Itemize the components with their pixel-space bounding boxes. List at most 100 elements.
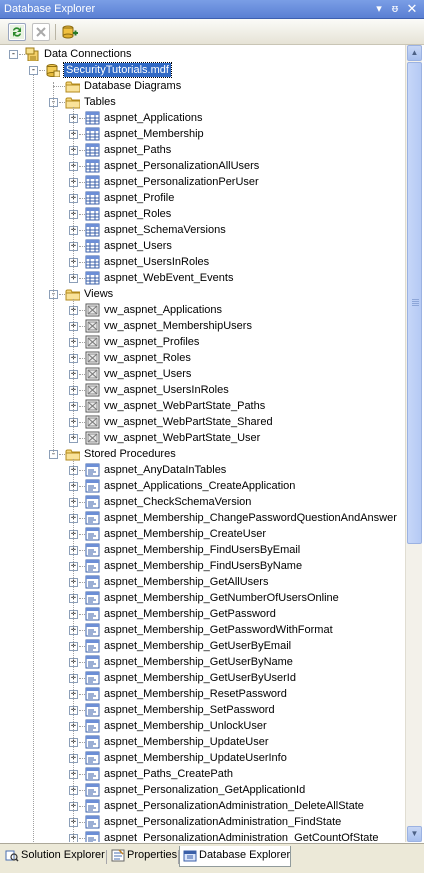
table-icon bbox=[85, 159, 100, 173]
stored-procedure-item[interactable]: + aspnet_Membership_SetPassword bbox=[1, 702, 405, 718]
view-item[interactable]: + vw_aspnet_WebPartState_Shared bbox=[1, 414, 405, 430]
database-tree[interactable]: - Data Connections - SecurityTutorials.mdf D… bbox=[1, 45, 405, 842]
stored-procedure-item[interactable]: + aspnet_Membership_GetUserByUserId bbox=[1, 670, 405, 686]
table-item[interactable]: + aspnet_Membership bbox=[1, 126, 405, 142]
stored-procedure-item[interactable]: + aspnet_Membership_FindUsersByName bbox=[1, 558, 405, 574]
stored-procedure-item[interactable]: + aspnet_Applications_CreateApplication bbox=[1, 478, 405, 494]
table-item[interactable]: + aspnet_PersonalizationPerUser bbox=[1, 174, 405, 190]
tab-label: Properties bbox=[127, 849, 178, 861]
table-icon bbox=[85, 111, 100, 125]
stored-procedure-item[interactable]: + aspnet_Membership_GetPassword bbox=[1, 606, 405, 622]
stored-procedure-item[interactable]: + aspnet_Membership_UnlockUser bbox=[1, 718, 405, 734]
stored-procedure-item[interactable]: + aspnet_Membership_UpdateUser bbox=[1, 734, 405, 750]
node-label: aspnet_PersonalizationPerUser bbox=[104, 176, 259, 188]
tree-guide-line bbox=[53, 82, 54, 454]
folder-stored-procedures[interactable]: - Stored Procedures bbox=[1, 446, 405, 462]
stored-procedure-item[interactable]: + aspnet_Membership_GetAllUsers bbox=[1, 574, 405, 590]
scroll-down-button[interactable]: ▼ bbox=[407, 826, 422, 842]
stored-procedure-item[interactable]: + aspnet_Membership_ChangePasswordQuestio… bbox=[1, 510, 405, 526]
refresh-icon bbox=[10, 25, 24, 39]
stored-procedure-item[interactable]: + aspnet_Membership_CreateUser bbox=[1, 526, 405, 542]
view-item[interactable]: + vw_aspnet_UsersInRoles bbox=[1, 382, 405, 398]
table-item[interactable]: + aspnet_Roles bbox=[1, 206, 405, 222]
connect-to-database-button[interactable] bbox=[61, 23, 79, 41]
vertical-scrollbar[interactable]: ▲ ▼ bbox=[405, 45, 422, 842]
node-label: SecurityTutorials.mdf bbox=[63, 62, 172, 78]
scroll-thumb[interactable] bbox=[407, 62, 422, 544]
dropdown-arrow-icon[interactable]: ▾ bbox=[372, 2, 386, 16]
database-node[interactable]: - SecurityTutorials.mdf bbox=[1, 62, 405, 78]
node-label: aspnet_Profile bbox=[104, 192, 175, 204]
node-label: aspnet_Membership_GetNumberOfUsersOnline bbox=[104, 592, 339, 604]
table-icon bbox=[85, 271, 100, 285]
scroll-grip bbox=[412, 301, 419, 302]
table-icon bbox=[85, 223, 100, 237]
table-item[interactable]: + aspnet_Paths bbox=[1, 142, 405, 158]
view-item[interactable]: + vw_aspnet_Applications bbox=[1, 302, 405, 318]
pin-icon[interactable]: ᵿ bbox=[388, 2, 402, 16]
folder-tables[interactable]: - Tables bbox=[1, 94, 405, 110]
table-item[interactable]: + aspnet_Applications bbox=[1, 110, 405, 126]
table-item[interactable]: + aspnet_UsersInRoles bbox=[1, 254, 405, 270]
table-icon bbox=[85, 239, 100, 253]
stored-procedure-icon bbox=[85, 735, 100, 749]
tool-window-tabs: Solution Explorer Properties Database Ex… bbox=[0, 843, 424, 873]
view-icon bbox=[85, 319, 100, 333]
node-label: aspnet_Membership_GetPasswordWithFormat bbox=[104, 624, 333, 636]
scroll-up-button[interactable]: ▲ bbox=[407, 45, 422, 61]
tab-database-explorer[interactable]: Database Explorer bbox=[179, 846, 291, 867]
stored-procedure-icon bbox=[85, 623, 100, 637]
refresh-button[interactable] bbox=[8, 23, 26, 41]
node-label: aspnet_Membership_GetUserByEmail bbox=[104, 640, 292, 652]
stored-procedure-item[interactable]: + aspnet_Paths_CreatePath bbox=[1, 766, 405, 782]
stored-procedure-item[interactable]: + aspnet_Membership_GetUserByName bbox=[1, 654, 405, 670]
stored-procedure-item[interactable]: + aspnet_Membership_GetUserByEmail bbox=[1, 638, 405, 654]
table-item[interactable]: + aspnet_PersonalizationAllUsers bbox=[1, 158, 405, 174]
folder-views[interactable]: - Views bbox=[1, 286, 405, 302]
stored-procedure-icon bbox=[85, 559, 100, 573]
view-item[interactable]: + vw_aspnet_MembershipUsers bbox=[1, 318, 405, 334]
node-label: aspnet_Personalization_GetApplicationId bbox=[104, 784, 306, 796]
stored-procedure-item[interactable]: + aspnet_CheckSchemaVersion bbox=[1, 494, 405, 510]
stored-procedure-item[interactable]: + aspnet_Membership_GetNumberOfUsersOnlin… bbox=[1, 590, 405, 606]
close-icon[interactable]: ✕ bbox=[405, 2, 419, 16]
view-icon bbox=[85, 367, 100, 381]
collapse-icon[interactable]: - bbox=[9, 50, 18, 59]
stored-procedure-item[interactable]: + aspnet_AnyDataInTables bbox=[1, 462, 405, 478]
stored-procedure-icon bbox=[85, 831, 100, 842]
node-label: aspnet_Membership_CreateUser bbox=[104, 528, 267, 540]
stored-procedure-item[interactable]: + aspnet_Membership_ResetPassword bbox=[1, 686, 405, 702]
view-item[interactable]: + vw_aspnet_WebPartState_User bbox=[1, 430, 405, 446]
folder-database-diagrams[interactable]: Database Diagrams bbox=[1, 78, 405, 94]
stored-procedure-item[interactable]: + aspnet_PersonalizationAdministration_Fi… bbox=[1, 814, 405, 830]
table-item[interactable]: + aspnet_SchemaVersions bbox=[1, 222, 405, 238]
tab-label: Database Explorer bbox=[199, 849, 291, 861]
node-label: vw_aspnet_Users bbox=[104, 368, 192, 380]
node-label: aspnet_AnyDataInTables bbox=[104, 464, 227, 476]
delete-button[interactable] bbox=[32, 23, 50, 41]
tab-solution-explorer[interactable]: Solution Explorer bbox=[2, 846, 105, 867]
tree-guide-line bbox=[73, 459, 74, 842]
stored-procedure-item[interactable]: + aspnet_PersonalizationAdministration_De… bbox=[1, 798, 405, 814]
stored-procedure-item[interactable]: + aspnet_Membership_FindUsersByEmail bbox=[1, 542, 405, 558]
stored-procedure-item[interactable]: + aspnet_Personalization_GetApplicationId bbox=[1, 782, 405, 798]
table-item[interactable]: + aspnet_Profile bbox=[1, 190, 405, 206]
stored-procedure-icon bbox=[85, 495, 100, 509]
node-label: aspnet_Membership_GetPassword bbox=[104, 608, 276, 620]
view-item[interactable]: + vw_aspnet_WebPartState_Paths bbox=[1, 398, 405, 414]
node-label: vw_aspnet_Roles bbox=[104, 352, 191, 364]
data-connections-node[interactable]: - Data Connections bbox=[1, 46, 405, 62]
stored-procedure-item[interactable]: + aspnet_PersonalizationAdministration_Ge… bbox=[1, 830, 405, 842]
view-icon bbox=[85, 303, 100, 317]
tab-properties[interactable]: Properties bbox=[108, 846, 178, 867]
view-item[interactable]: + vw_aspnet_Profiles bbox=[1, 334, 405, 350]
table-item[interactable]: + aspnet_Users bbox=[1, 238, 405, 254]
table-item[interactable]: + aspnet_WebEvent_Events bbox=[1, 270, 405, 286]
collapse-icon[interactable]: - bbox=[29, 66, 38, 75]
stored-procedure-icon bbox=[85, 687, 100, 701]
stored-procedure-item[interactable]: + aspnet_Membership_GetPasswordWithFormat bbox=[1, 622, 405, 638]
view-item[interactable]: + vw_aspnet_Users bbox=[1, 366, 405, 382]
view-item[interactable]: + vw_aspnet_Roles bbox=[1, 350, 405, 366]
stored-procedure-icon bbox=[85, 815, 100, 829]
stored-procedure-item[interactable]: + aspnet_Membership_UpdateUserInfo bbox=[1, 750, 405, 766]
